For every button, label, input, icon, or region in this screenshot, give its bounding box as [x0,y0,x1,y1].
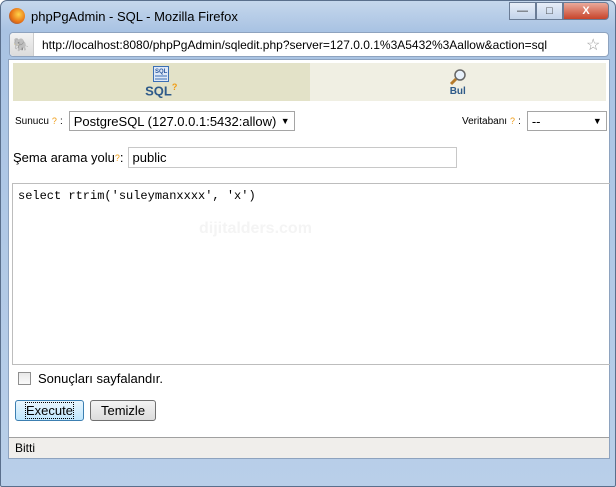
tab-find-label: Bul [449,85,466,97]
address-bar[interactable]: 🐘 http://localhost:8080/phpPgAdmin/sqled… [9,32,609,57]
schema-search-path-input[interactable]: public [127,147,457,168]
help-icon[interactable]: ? [172,82,178,92]
help-icon[interactable]: ? [52,116,57,126]
colon: : [518,115,521,127]
paginate-checkbox[interactable] [18,372,31,385]
magnifier-icon [449,68,466,85]
execute-button[interactable]: Execute [15,400,84,421]
server-value: PostgreSQL (127.0.0.1:5432:allow) [73,113,277,129]
paginate-label: Sonuçları sayfalandır. [38,371,164,386]
colon: : [119,150,124,165]
colon: : [59,115,63,127]
dropdown-arrow-icon: ▼ [592,116,602,126]
clear-button[interactable]: Temizle [89,400,157,421]
status-text: Bitti [15,441,36,455]
tab-bar: SQL SQL? Bul [13,63,606,101]
database-select[interactable]: -- ▼ [526,111,607,131]
status-bar: Bitti [9,437,609,458]
page-content: SQL SQL? Bul Sunucu?: PostgreSQL (127.0.… [8,59,610,459]
maximize-button[interactable]: □ [536,2,563,20]
minimize-button[interactable]: — [509,2,536,20]
close-button[interactable]: X [563,2,609,20]
watermark: dijitalders.com [199,220,312,237]
execute-label: Execute [25,402,74,419]
bookmark-star-icon[interactable]: ☆ [586,35,608,55]
server-label: Sunucu [15,115,49,127]
sql-icon: SQL [153,65,170,82]
database-label: Veritabanı [462,115,508,127]
browser-window: phpPgAdmin - SQL - Mozilla Firefox — □ X… [0,0,616,487]
svg-text:SQL: SQL [155,69,168,75]
tab-sql-label: SQL [145,83,172,99]
server-select[interactable]: PostgreSQL (127.0.0.1:5432:allow) ▼ [68,111,295,131]
help-icon[interactable]: ? [510,116,515,126]
dropdown-arrow-icon: ▼ [280,116,290,126]
title-bar: phpPgAdmin - SQL - Mozilla Firefox [9,7,238,25]
database-value: -- [531,113,541,129]
sql-query-textarea[interactable]: select rtrim('suleymanxxxx', 'x') [12,183,610,365]
schema-label: Şema arama yolu [13,150,115,165]
tab-sql[interactable]: SQL SQL? [13,63,310,101]
firefox-icon [9,8,25,24]
window-title: phpPgAdmin - SQL - Mozilla Firefox [31,8,238,24]
url-text[interactable]: http://localhost:8080/phpPgAdmin/sqledit… [42,38,586,52]
tab-find[interactable]: Bul [309,63,606,101]
site-elephant-icon: 🐘 [10,33,34,56]
